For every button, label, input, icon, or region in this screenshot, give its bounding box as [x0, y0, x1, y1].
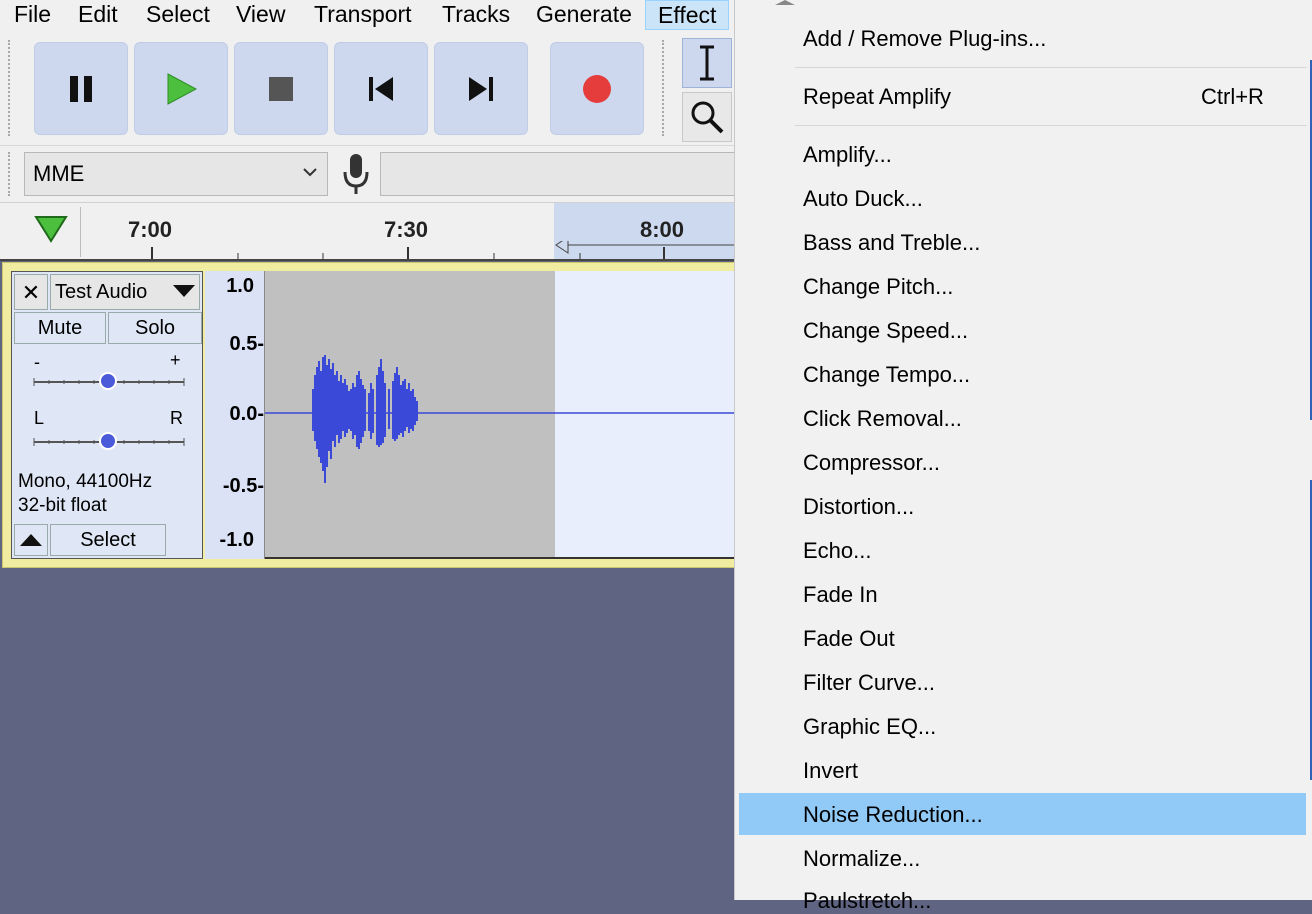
magnifier-icon [691, 101, 724, 134]
pause-button[interactable] [34, 42, 128, 135]
menu-file[interactable]: File [14, 0, 51, 30]
stop-icon [269, 76, 293, 101]
waveform-area[interactable] [265, 271, 739, 559]
pan-right-label: R [170, 408, 183, 428]
track-name: Test Audio [55, 281, 148, 303]
menu-select[interactable]: Select [146, 0, 210, 30]
menu-item-click-removal[interactable]: Click Removal... [803, 406, 962, 432]
menu-item-paulstretch[interactable]: Paulstretch... [803, 888, 931, 914]
amplitude-label: -0.5- [222, 475, 264, 497]
menu-item-fade-in[interactable]: Fade In [803, 582, 878, 608]
play-button[interactable] [134, 42, 228, 135]
mute-button[interactable]: Mute [14, 312, 106, 344]
menu-separator [795, 67, 1307, 68]
amplitude-ruler: 1.0 0.5- 0.0- -0.5- -1.0 [205, 271, 265, 559]
amplitude-label: 0.0- [229, 403, 264, 425]
timeline-ruler[interactable]: 7:00 7:30 8:00 [0, 203, 740, 261]
transport-toolbar [0, 30, 740, 146]
gain-slider[interactable] [32, 368, 188, 392]
tools-grip[interactable] [662, 40, 672, 136]
record-button[interactable] [550, 42, 644, 135]
zoom-tool-button[interactable] [682, 92, 732, 142]
amplitude-label: 0.5- [229, 333, 264, 355]
selection-tool-button[interactable] [682, 38, 732, 88]
skip-to-end-button[interactable] [434, 42, 528, 135]
caret-down-icon [173, 285, 195, 297]
record-icon [583, 74, 611, 103]
timeline-tick-label: 7:30 [384, 217, 429, 242]
pan-slider[interactable] [32, 428, 188, 452]
menu-tracks[interactable]: Tracks [442, 0, 510, 30]
menu-item-repeat-amplify[interactable]: Repeat Amplify [803, 84, 951, 110]
audio-host-value: MME [33, 161, 85, 186]
toolbar-grip[interactable] [8, 40, 18, 136]
play-icon [167, 72, 198, 105]
amplitude-label: 1.0 [226, 275, 254, 297]
solo-button[interactable]: Solo [108, 312, 202, 344]
menu-item-graphic-eq[interactable]: Graphic EQ... [803, 714, 936, 740]
menu-item-filter-curve[interactable]: Filter Curve... [803, 670, 935, 696]
track-close-button[interactable]: ✕ [14, 274, 48, 310]
amplitude-label: -1.0 [219, 529, 254, 551]
skip-to-start-button[interactable] [334, 42, 428, 135]
pan-left-label: L [34, 408, 45, 428]
menu-item-echo[interactable]: Echo... [803, 538, 871, 564]
menubar: File Edit Select View Transport Tracks G… [0, 0, 740, 31]
recording-device-select[interactable] [380, 152, 740, 196]
menu-item-compressor[interactable]: Compressor... [803, 450, 940, 476]
track-select-button[interactable]: Select [50, 524, 166, 556]
menu-separator [795, 125, 1307, 126]
repeat-shortcut: Ctrl+R [1201, 84, 1264, 109]
menu-view[interactable]: View [236, 0, 285, 30]
menu-item-normalize[interactable]: Normalize... [803, 846, 920, 872]
stop-button[interactable] [234, 42, 328, 135]
menu-item-auto-duck[interactable]: Auto Duck... [803, 186, 923, 212]
menu-scroll-indicator [1300, 480, 1312, 780]
menu-item-amplify[interactable]: Amplify... [803, 142, 892, 168]
caret-up-icon [20, 534, 42, 546]
menu-effect[interactable]: Effect [645, 0, 730, 30]
waveform [265, 355, 739, 483]
device-toolbar: MME [0, 146, 740, 203]
track-format-info: Mono, 44100Hz 32-bit float [18, 470, 152, 518]
menu-scroll-indicator [1300, 60, 1312, 420]
menu-item-invert[interactable]: Invert [803, 758, 858, 784]
timeline-tick-label: 8:00 [640, 217, 685, 242]
menu-item-bass-and-treble[interactable]: Bass and Treble... [803, 230, 980, 256]
track-name-menu-button[interactable]: Test Audio [50, 274, 200, 310]
device-grip[interactable] [8, 152, 18, 196]
menu-item-distortion[interactable]: Distortion... [803, 494, 914, 520]
microphone-icon [343, 154, 369, 194]
timeline-tick-label: 7:00 [128, 217, 173, 242]
pause-icon [70, 75, 92, 102]
timeline-ticks [151, 241, 740, 259]
track-format-rate: Mono, 44100Hz [18, 471, 153, 492]
chevron-down-icon [303, 168, 317, 177]
menu-edit[interactable]: Edit [78, 0, 118, 30]
skip-end-icon [469, 76, 493, 101]
menu-item-change-pitch[interactable]: Change Pitch... [803, 274, 953, 300]
skip-start-icon [369, 76, 393, 101]
menu-item-fade-out[interactable]: Fade Out [803, 626, 895, 652]
menu-item-change-speed[interactable]: Change Speed... [803, 318, 968, 344]
i-beam-icon [700, 45, 714, 81]
audio-host-select[interactable]: MME [24, 152, 328, 196]
collapse-track-button[interactable] [14, 524, 48, 556]
track-format-bits: 32-bit float [18, 495, 107, 516]
menu-item-add-remove-plugins[interactable]: Add / Remove Plug-ins... [803, 26, 1046, 52]
effect-menu-dropdown: Add / Remove Plug-ins... Repeat Amplify … [734, 0, 1312, 913]
menu-item-change-tempo[interactable]: Change Tempo... [803, 362, 970, 388]
audio-track[interactable]: ✕ Test Audio Mute Solo - + L R Mono, 441… [2, 262, 740, 568]
menu-scroll-up-icon[interactable] [775, 0, 795, 6]
menu-transport[interactable]: Transport [314, 0, 412, 30]
menu-item-noise-reduction[interactable]: Noise Reduction... [803, 802, 983, 828]
track-control-panel: ✕ Test Audio Mute Solo - + L R Mono, 441… [11, 271, 203, 559]
menu-generate[interactable]: Generate [536, 0, 632, 30]
